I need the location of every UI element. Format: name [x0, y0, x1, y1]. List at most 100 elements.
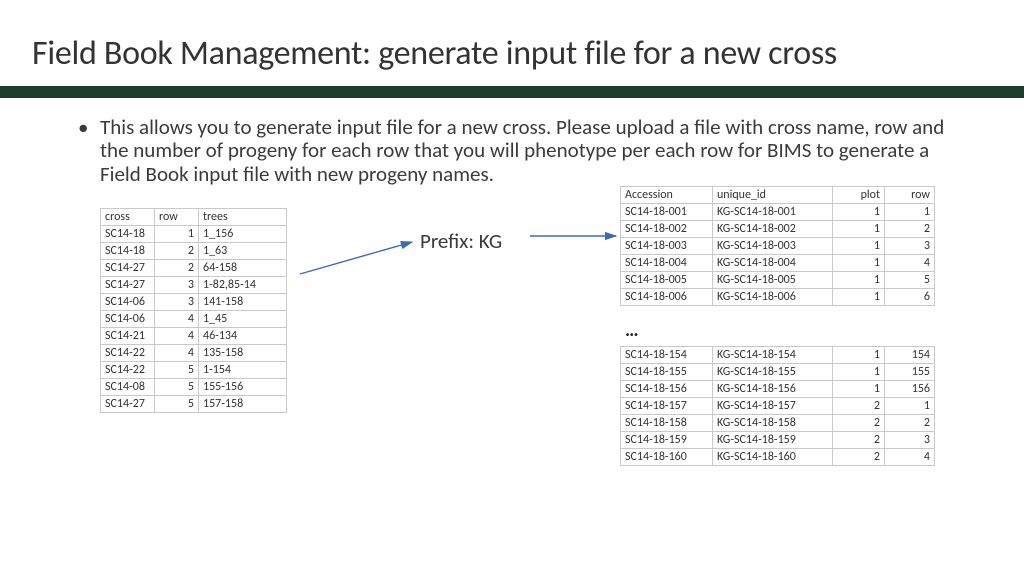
table-row: SC14-063141-158 — [101, 294, 287, 311]
cell-plot: 1 — [833, 364, 885, 381]
col-row2: row — [885, 187, 935, 204]
cell-row: 3 — [885, 432, 935, 449]
output-table-top: Accession unique_id plot row SC14-18-001… — [620, 186, 935, 306]
ellipsis: … — [625, 319, 640, 342]
table-row: SC14-18-002KG-SC14-18-00212 — [621, 221, 935, 238]
output-table-bottom: SC14-18-154KG-SC14-18-1541154SC14-18-155… — [620, 346, 935, 466]
cell-row: 2 — [155, 260, 199, 277]
cell-unique-id: KG-SC14-18-155 — [713, 364, 833, 381]
cell-plot: 1 — [833, 381, 885, 398]
table-header-row: Accession unique_id plot row — [621, 187, 935, 204]
bullet-icon: • — [78, 116, 88, 140]
cell-plot: 1 — [833, 238, 885, 255]
col-unique-id: unique_id — [713, 187, 833, 204]
cell-accession: SC14-18-005 — [621, 272, 713, 289]
table-row: SC14-18-001KG-SC14-18-00111 — [621, 204, 935, 221]
cell-unique-id: KG-SC14-18-156 — [713, 381, 833, 398]
cell-trees: 1-154 — [199, 362, 287, 379]
cell-plot: 2 — [833, 415, 885, 432]
cell-row: 1 — [885, 204, 935, 221]
cell-row: 5 — [155, 396, 199, 413]
cell-accession: SC14-18-155 — [621, 364, 713, 381]
cell-row: 5 — [155, 379, 199, 396]
cell-accession: SC14-18-157 — [621, 398, 713, 415]
cell-row: 3 — [155, 277, 199, 294]
content-area: cross row trees SC14-1811_156SC14-1821_6… — [0, 186, 1024, 196]
col-cross: cross — [101, 209, 155, 226]
cell-row: 2 — [885, 415, 935, 432]
cell-row: 5 — [885, 272, 935, 289]
table-row: SC14-18-156KG-SC14-18-1561156 — [621, 381, 935, 398]
table-row: SC14-275157-158 — [101, 396, 287, 413]
cell-unique-id: KG-SC14-18-003 — [713, 238, 833, 255]
cell-unique-id: KG-SC14-18-004 — [713, 255, 833, 272]
cell-unique-id: KG-SC14-18-006 — [713, 289, 833, 306]
table-row: SC14-27264-158 — [101, 260, 287, 277]
cell-trees: 1_156 — [199, 226, 287, 243]
table-header-row: cross row trees — [101, 209, 287, 226]
cell-cross: SC14-22 — [101, 345, 155, 362]
cell-trees: 135-158 — [199, 345, 287, 362]
cell-unique-id: KG-SC14-18-005 — [713, 272, 833, 289]
cell-accession: SC14-18-001 — [621, 204, 713, 221]
cell-plot: 1 — [833, 347, 885, 364]
col-row: row — [155, 209, 199, 226]
intro-text: This allows you to generate input file f… — [100, 114, 944, 187]
cell-cross: SC14-27 — [101, 277, 155, 294]
table-row: SC14-18-155KG-SC14-18-1551155 — [621, 364, 935, 381]
cell-plot: 1 — [833, 289, 885, 306]
slide-title: Field Book Management: generate input fi… — [0, 0, 1024, 86]
arrow-left-to-prefix — [300, 242, 412, 274]
cell-trees: 1-82,85-14 — [199, 277, 287, 294]
cell-trees: 1_63 — [199, 243, 287, 260]
cell-trees: 157-158 — [199, 396, 287, 413]
cell-accession: SC14-18-158 — [621, 415, 713, 432]
cell-row: 3 — [885, 238, 935, 255]
cell-trees: 46-134 — [199, 328, 287, 345]
cell-cross: SC14-18 — [101, 243, 155, 260]
cell-accession: SC14-18-154 — [621, 347, 713, 364]
table-row: SC14-18-004KG-SC14-18-00414 — [621, 255, 935, 272]
cell-row: 3 — [155, 294, 199, 311]
cell-unique-id: KG-SC14-18-154 — [713, 347, 833, 364]
table-row: SC14-1821_63 — [101, 243, 287, 260]
cell-cross: SC14-27 — [101, 260, 155, 277]
cell-row: 4 — [155, 311, 199, 328]
table-row: SC14-2731-82,85-14 — [101, 277, 287, 294]
cell-row: 4 — [885, 449, 935, 466]
table-row: SC14-1811_156 — [101, 226, 287, 243]
cell-row: 156 — [885, 381, 935, 398]
divider-bar — [0, 86, 1024, 98]
cell-trees: 155-156 — [199, 379, 287, 396]
table-row: SC14-21446-134 — [101, 328, 287, 345]
cell-accession: SC14-18-160 — [621, 449, 713, 466]
cell-unique-id: KG-SC14-18-158 — [713, 415, 833, 432]
cell-plot: 2 — [833, 432, 885, 449]
cell-accession: SC14-18-156 — [621, 381, 713, 398]
table-row: SC14-18-003KG-SC14-18-00313 — [621, 238, 935, 255]
cell-plot: 1 — [833, 255, 885, 272]
cell-plot: 2 — [833, 449, 885, 466]
cell-unique-id: KG-SC14-18-157 — [713, 398, 833, 415]
table-row: SC14-18-160KG-SC14-18-16024 — [621, 449, 935, 466]
cell-unique-id: KG-SC14-18-160 — [713, 449, 833, 466]
cell-trees: 64-158 — [199, 260, 287, 277]
cell-unique-id: KG-SC14-18-002 — [713, 221, 833, 238]
table-row: SC14-085155-156 — [101, 379, 287, 396]
table-row: SC14-0641_45 — [101, 311, 287, 328]
cell-row: 154 — [885, 347, 935, 364]
cell-row: 2 — [885, 221, 935, 238]
col-plot: plot — [833, 187, 885, 204]
cell-row: 4 — [155, 328, 199, 345]
cell-accession: SC14-18-159 — [621, 432, 713, 449]
cell-row: 2 — [155, 243, 199, 260]
cell-cross: SC14-06 — [101, 294, 155, 311]
col-trees: trees — [199, 209, 287, 226]
col-accession: Accession — [621, 187, 713, 204]
cell-row: 155 — [885, 364, 935, 381]
cell-plot: 1 — [833, 204, 885, 221]
table-row: SC14-18-158KG-SC14-18-15822 — [621, 415, 935, 432]
cell-plot: 2 — [833, 398, 885, 415]
cell-row: 1 — [155, 226, 199, 243]
cell-accession: SC14-18-004 — [621, 255, 713, 272]
